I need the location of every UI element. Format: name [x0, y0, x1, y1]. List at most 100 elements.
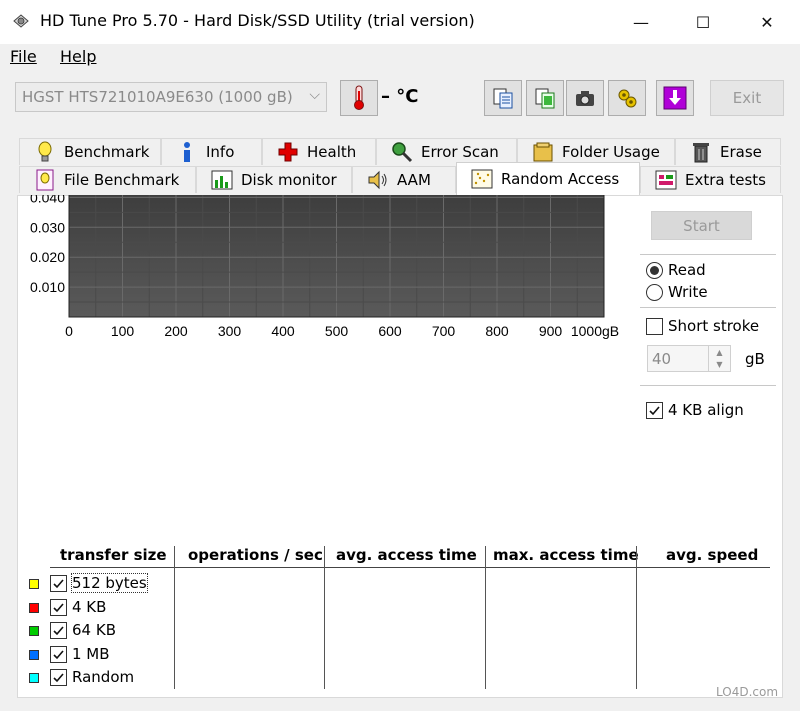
access-time-chart: 0.1000.0900.0800.0700.0600.0500.0400.030…	[30, 195, 619, 339]
tab-random-access[interactable]: Random Access	[456, 162, 640, 195]
tab-file-benchmark[interactable]: File Benchmark	[19, 166, 196, 193]
copy-text-button[interactable]	[484, 80, 522, 116]
tab-extra-tests[interactable]: Extra tests	[640, 166, 781, 193]
menu-help[interactable]: Help	[60, 47, 96, 66]
copy-text-icon	[493, 88, 513, 109]
column-header: max. access time	[493, 546, 639, 564]
save-button[interactable]	[656, 80, 694, 116]
tab-erase-label: Erase	[720, 143, 762, 161]
stroke-size-stepper[interactable]: 40 ▲ ▼	[647, 345, 731, 372]
file-benchmark-icon	[34, 169, 56, 191]
chevron-down-icon: ⌵	[309, 87, 320, 103]
stepper-buttons[interactable]: ▲ ▼	[708, 346, 730, 371]
column-header: transfer size	[60, 546, 167, 564]
short-stroke-label: Short stroke	[668, 317, 760, 335]
chevron-up-icon[interactable]: ▲	[709, 346, 730, 358]
toolbar: HGST HTS721010A9E630 (1000 gB) ⌵ – °C Ex…	[0, 70, 800, 130]
camera-icon	[576, 91, 594, 106]
tab-file-benchmark-label: File Benchmark	[64, 171, 180, 189]
tab-disk-monitor[interactable]: Disk monitor	[196, 166, 352, 193]
minimize-button[interactable]: —	[618, 0, 664, 44]
series-color-swatch	[29, 579, 39, 589]
align-label: 4 KB align	[668, 401, 744, 419]
checkmark-icon	[53, 626, 64, 636]
x-tick-label: 600	[378, 323, 402, 339]
options-button[interactable]	[608, 80, 646, 116]
screenshot-button[interactable]	[566, 80, 604, 116]
series-color-swatch	[29, 603, 39, 613]
checkmark-icon	[53, 673, 64, 683]
read-radio[interactable]	[646, 262, 663, 279]
exit-button[interactable]: Exit	[710, 80, 784, 116]
x-tick-label: 700	[432, 323, 456, 339]
tab-disk-monitor-label: Disk monitor	[241, 171, 337, 189]
y-tick-label: 0.020	[30, 249, 65, 265]
extra-tests-icon	[655, 169, 677, 191]
transfer-size-checkbox[interactable]	[50, 646, 67, 663]
chevron-down-icon[interactable]: ▼	[709, 358, 730, 370]
maximize-button[interactable]: ☐	[680, 0, 726, 44]
short-stroke-checkbox[interactable]	[646, 318, 663, 335]
tab-health[interactable]: Health	[262, 138, 376, 165]
write-label: Write	[668, 283, 708, 301]
transfer-size-label: 4 KB	[72, 598, 107, 616]
thermometer-icon	[354, 85, 364, 110]
column-divider	[636, 546, 637, 689]
menu-bar: File Help	[0, 44, 800, 70]
transfer-size-label: 1 MB	[72, 645, 110, 663]
results-table-header: transfer size operations / sec avg. acce…	[50, 546, 770, 568]
benchmark-icon	[34, 141, 56, 163]
watermark: LO4D.com	[716, 685, 779, 699]
tab-folder-usage[interactable]: Folder Usage	[517, 138, 675, 165]
write-radio[interactable]	[646, 284, 663, 301]
x-tick-label: 300	[218, 323, 242, 339]
window-title: HD Tune Pro 5.70 - Hard Disk/SSD Utility…	[40, 11, 475, 30]
tab-benchmark[interactable]: Benchmark	[19, 138, 161, 165]
options-icon	[618, 89, 637, 108]
tab-erase[interactable]: Erase	[675, 138, 781, 165]
tab-info-label: Info	[206, 143, 235, 161]
transfer-size-checkbox[interactable]	[50, 575, 67, 592]
separator	[640, 307, 776, 308]
save-download-icon	[663, 86, 687, 110]
transfer-size-label: 512 bytes	[71, 573, 148, 593]
temperature-button[interactable]	[340, 80, 378, 116]
align-checkbox[interactable]	[646, 402, 663, 419]
copy-screenshot-icon	[535, 88, 555, 109]
radio-selected-dot	[650, 266, 659, 275]
info-icon	[176, 141, 198, 163]
tab-aam[interactable]: AAM	[352, 166, 456, 193]
tab-health-label: Health	[307, 143, 357, 161]
x-tick-label: 400	[271, 323, 295, 339]
tab-aam-label: AAM	[397, 171, 431, 189]
checkmark-icon	[53, 650, 64, 660]
separator	[640, 385, 776, 386]
tab-error-scan-label: Error Scan	[421, 143, 499, 161]
transfer-size-checkbox[interactable]	[50, 622, 67, 639]
tab-error-scan[interactable]: Error Scan	[376, 138, 517, 165]
temperature-readout: – °C	[381, 86, 419, 107]
close-button[interactable]: ✕	[744, 0, 790, 44]
trash-icon	[690, 141, 712, 163]
transfer-size-checkbox[interactable]	[50, 669, 67, 686]
y-tick-label: 0.030	[30, 219, 65, 235]
x-tick-label: 1000gB	[571, 323, 619, 339]
tab-benchmark-label: Benchmark	[64, 143, 150, 161]
start-button[interactable]: Start	[651, 211, 752, 240]
copy-screenshot-button[interactable]	[526, 80, 564, 116]
health-cross-icon	[277, 141, 299, 163]
stroke-unit-label: gB	[745, 350, 765, 368]
tab-extra-tests-label: Extra tests	[685, 171, 766, 189]
column-divider	[174, 546, 175, 689]
transfer-size-checkbox[interactable]	[50, 599, 67, 616]
column-header: avg. speed	[666, 546, 759, 564]
menu-file-label: File	[10, 47, 37, 66]
tab-info[interactable]: Info	[161, 138, 262, 165]
drive-select-value: HGST HTS721010A9E630 (1000 gB)	[22, 88, 293, 106]
menu-file[interactable]: File	[10, 47, 37, 66]
drive-select[interactable]: HGST HTS721010A9E630 (1000 gB) ⌵	[15, 82, 327, 112]
x-tick-label: 0	[65, 323, 73, 339]
y-tick-label: 0.040	[30, 195, 65, 205]
stroke-size-value: 40	[652, 350, 672, 368]
y-tick-label: 0.010	[30, 279, 65, 295]
